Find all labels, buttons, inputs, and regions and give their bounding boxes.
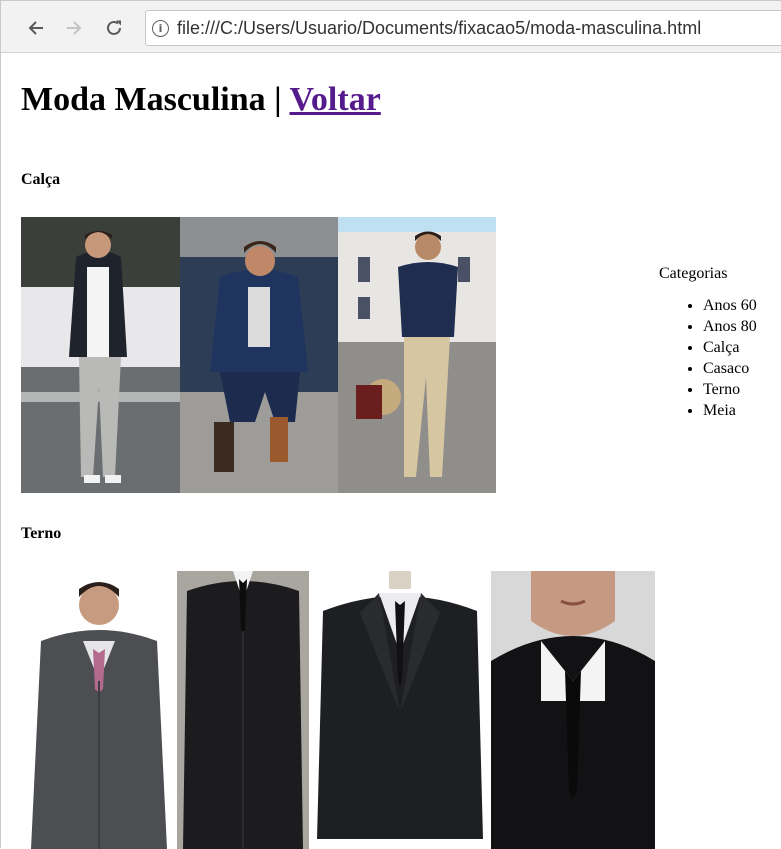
section-heading-calca: Calça	[21, 171, 61, 188]
photo-terno-2	[177, 571, 309, 849]
category-item: Meia	[703, 400, 779, 421]
arrow-left-icon	[28, 21, 43, 35]
categories-sidebar: Categorias Anos 60 Anos 80 Calça Casaco …	[659, 265, 779, 421]
photo-calca-2	[180, 217, 338, 493]
photo-terno-3	[309, 571, 491, 849]
categories-list: Anos 60 Anos 80 Calça Casaco Terno Meia	[659, 295, 779, 421]
reload-button[interactable]	[103, 17, 125, 39]
title-text: Moda Masculina	[21, 81, 266, 118]
category-item: Casaco	[703, 358, 779, 379]
photo-terno-4	[491, 571, 655, 849]
section-heading-terno: Terno	[21, 525, 62, 542]
arrow-right-icon	[67, 21, 82, 35]
photo-calca-1	[21, 217, 180, 493]
url-text[interactable]: file:///C:/Users/Usuario/Documents/fixac…	[177, 18, 701, 39]
photo-calca-3	[338, 217, 496, 493]
category-item: Calça	[703, 337, 779, 358]
category-item: Anos 60	[703, 295, 779, 316]
photo-terno-1	[21, 571, 177, 849]
browser-toolbar: i file:///C:/Users/Usuario/Documents/fix…	[1, 1, 781, 53]
reload-icon	[107, 20, 121, 35]
category-item: Anos 80	[703, 316, 779, 337]
browser-window: i file:///C:/Users/Usuario/Documents/fix…	[0, 0, 781, 849]
title-separator: |	[265, 81, 290, 118]
voltar-link[interactable]: Voltar	[290, 81, 381, 118]
page-content: Moda Masculina | Voltar Calça Terno Cate…	[1, 53, 781, 849]
page-title: Moda Masculina | Voltar	[21, 81, 381, 119]
category-item: Terno	[703, 379, 779, 400]
back-button[interactable]	[25, 17, 47, 39]
info-icon[interactable]: i	[152, 20, 169, 37]
address-bar[interactable]: i file:///C:/Users/Usuario/Documents/fix…	[145, 10, 781, 46]
categories-title: Categorias	[659, 265, 728, 282]
forward-button[interactable]	[63, 17, 85, 39]
